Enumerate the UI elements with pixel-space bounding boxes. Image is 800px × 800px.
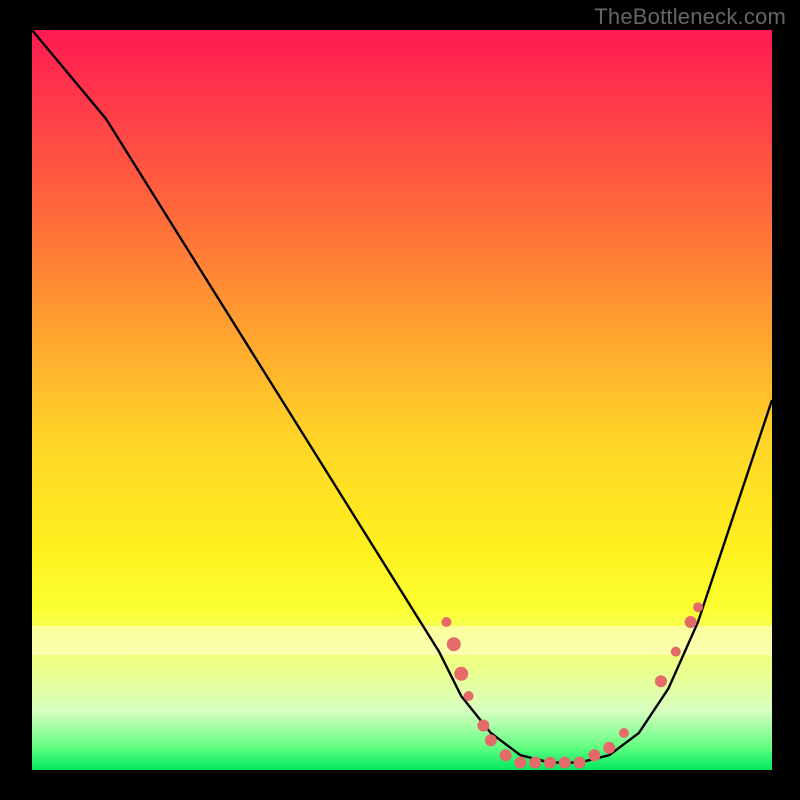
chart-frame: TheBottleneck.com bbox=[0, 0, 800, 800]
watermark-text: TheBottleneck.com bbox=[594, 4, 786, 30]
data-marker bbox=[441, 617, 451, 627]
marker-group bbox=[441, 602, 703, 768]
data-marker bbox=[514, 757, 526, 769]
data-marker bbox=[477, 720, 489, 732]
data-marker bbox=[693, 602, 703, 612]
data-marker bbox=[685, 616, 697, 628]
bottleneck-curve bbox=[32, 30, 772, 763]
curve-svg bbox=[32, 30, 772, 770]
data-marker bbox=[619, 728, 629, 738]
data-marker bbox=[574, 757, 586, 769]
data-marker bbox=[588, 749, 600, 761]
data-marker bbox=[603, 742, 615, 754]
data-marker bbox=[447, 637, 461, 651]
data-marker bbox=[500, 749, 512, 761]
data-marker bbox=[544, 757, 556, 769]
data-marker bbox=[529, 757, 541, 769]
plot-area bbox=[32, 30, 772, 770]
data-marker bbox=[655, 675, 667, 687]
data-marker bbox=[485, 734, 497, 746]
data-marker bbox=[671, 647, 681, 657]
data-marker bbox=[454, 667, 468, 681]
data-marker bbox=[559, 757, 571, 769]
data-marker bbox=[464, 691, 474, 701]
